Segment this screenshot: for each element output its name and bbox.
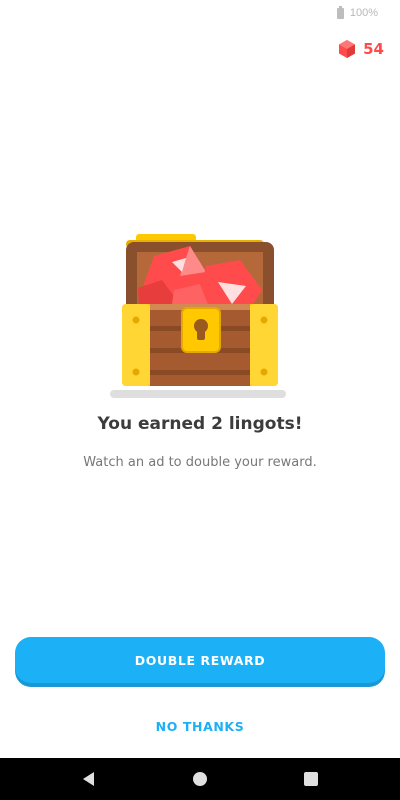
reward-subtitle: Watch an ad to double your reward. [83,455,317,470]
back-triangle-icon[interactable] [78,768,100,790]
treasure-chest-illustration [110,232,290,402]
lingot-count: 54 [363,40,384,58]
no-thanks-button[interactable]: NO THANKS [100,712,300,740]
gem-icon [339,40,356,58]
reward-title: You earned 2 lingots! [97,414,303,434]
home-circle-icon[interactable] [189,768,211,790]
battery-percentage: 100% [349,7,378,19]
android-nav-bar [0,758,400,800]
status-bar: 100% [0,0,400,26]
lingot-counter[interactable]: 54 [339,40,384,58]
battery-icon [337,6,344,19]
double-reward-button[interactable]: DOUBLE REWARD [15,637,385,683]
recent-apps-square-icon[interactable] [300,768,322,790]
